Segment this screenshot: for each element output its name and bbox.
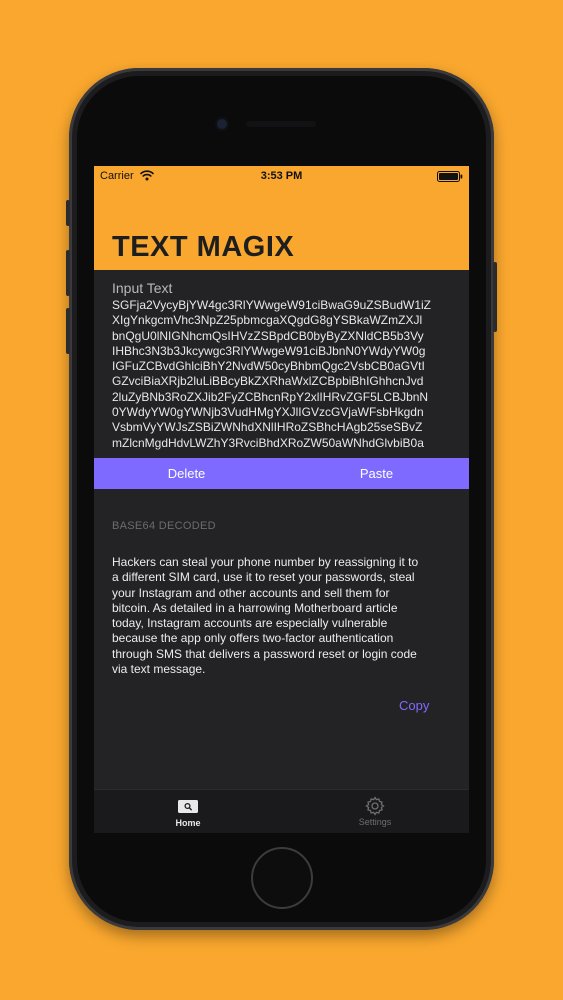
input-text-line: XIgYnkgcmVhc3NpZ25pbmcgaXQgdG8gYSBkaWZmZ… [112, 313, 423, 328]
decoded-line: a different SIM card, use it to reset yo… [112, 570, 415, 585]
silent-switch [66, 200, 70, 226]
input-text-line: mZlcnMgdHdvLWZhY3RvciBhdXRoZW50aWNhdGlvb… [112, 435, 424, 450]
home-button[interactable] [251, 847, 313, 909]
keyboard-search-icon [178, 800, 198, 813]
decoded-section-label: BASE64 DECODED [112, 520, 216, 532]
volume-up-button [66, 250, 70, 296]
status-time: 3:53 PM [260, 170, 303, 182]
delete-button[interactable]: Delete [94, 458, 279, 489]
paste-button[interactable]: Paste [284, 458, 469, 489]
front-camera [217, 119, 227, 129]
input-text-field[interactable]: SGFja2VycyBjYW4gc3RlYWwgeW91ciBwaG9uZSBu… [112, 298, 454, 453]
decoded-line: Hackers can steal your phone number by r… [112, 555, 419, 569]
app-title: TEXT MAGIX [112, 231, 295, 263]
tab-settings-label: Settings [358, 817, 392, 827]
input-text-line: GZvciBiaXRjb2luLiBBcyBkZXRhaWxlZCBpbiBhI… [112, 374, 424, 389]
decoded-output-text: Hackers can steal your phone number by r… [112, 555, 457, 677]
input-text-line: 0YWdyYW0gYWNjb3VudHMgYXJlIGVzcGVjaWFsbHk… [112, 405, 424, 420]
input-text-label: Input Text [112, 280, 173, 296]
tab-home[interactable]: Home [138, 790, 238, 833]
decoded-line: via text message. [112, 662, 206, 677]
decoded-line: because the app only offers two-factor a… [112, 631, 394, 646]
decoded-line: bitcoin. As detailed in a harrowing Moth… [112, 600, 398, 615]
input-text-line: VsbmVyYWJsZSBiZWNhdXNlIHRoZSBhcHAgb25seS… [112, 420, 423, 435]
decoded-line: through SMS that delivers a password res… [112, 646, 417, 661]
gear-icon [365, 796, 385, 816]
volume-down-button [66, 308, 70, 354]
app-header: TEXT MAGIX [94, 186, 469, 270]
tab-home-label: Home [175, 818, 201, 828]
status-bar: Carrier 3:53 PM [94, 166, 469, 186]
tab-settings[interactable]: Settings [325, 790, 425, 833]
tab-bar: Home Settings [94, 789, 469, 833]
decoded-line: today, Instagram accounts are especially… [112, 616, 388, 631]
decoded-line: your Instagram and other accounts and se… [112, 585, 390, 600]
action-bar: Delete Paste [94, 458, 469, 489]
input-text-line: SGFja2VycyBjYW4gc3RlYWwgeW91ciBwaG9uZSBu… [112, 298, 431, 312]
app-screen: Carrier 3:53 PM TEXT MAGIX Input Text SG… [94, 166, 469, 833]
input-text-line: IHBhc3N3b3Jkcywgc3RlYWwgeW91ciBJbnN0YWdy… [112, 343, 426, 358]
battery-icon [437, 171, 463, 182]
input-text-line: 2luZyBNb3RoZXJib2FyZCBhcnRpY2xlIHRvZGF5L… [112, 389, 429, 404]
input-text-line: IGFuZCBvdGhlciBhY2NvdW50cyBhbmQgc2VsbCB0… [112, 359, 425, 374]
input-text-line: bnQgU0lNIGNhcmQsIHVzZSBpdCB0byByZXNldCB5… [112, 328, 424, 343]
power-button [493, 262, 497, 332]
copy-button[interactable]: Copy [399, 698, 429, 713]
earpiece-speaker [246, 121, 316, 127]
